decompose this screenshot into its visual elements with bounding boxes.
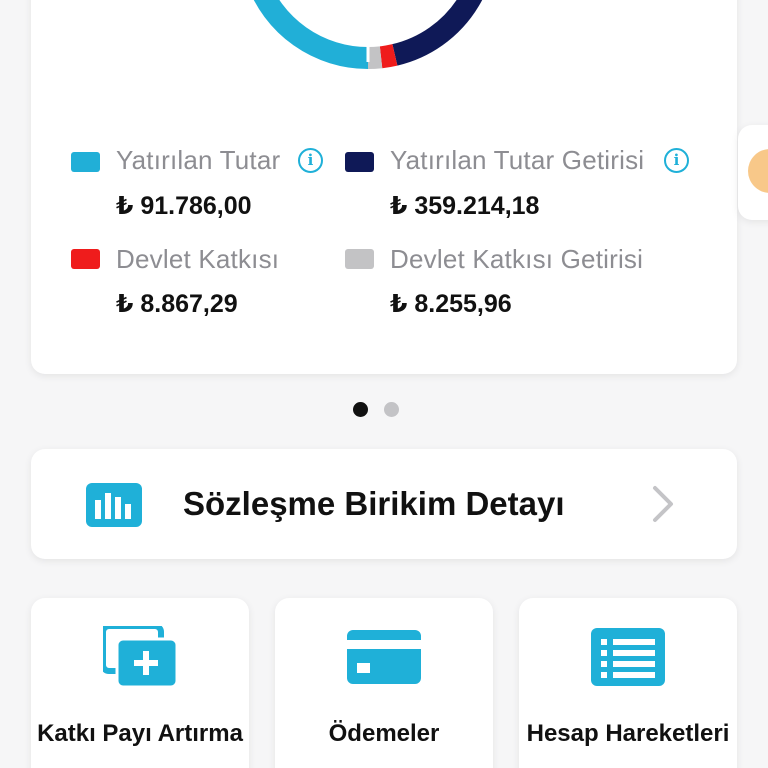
bar-chart-icon: [86, 483, 142, 527]
donut-gap: [366, 36, 370, 62]
legend-value: ₺ 359.214,18: [390, 192, 540, 220]
tile-label: Hesap Hareketleri: [526, 720, 730, 747]
tile-label: Katkı Payı Artırma: [37, 720, 243, 747]
info-icon[interactable]: i: [664, 148, 689, 173]
donut-chart: [253, 0, 483, 69]
tile-katki-payi-artirma[interactable]: Katkı Payı Artırma: [31, 598, 249, 768]
chevron-right-icon: [653, 486, 673, 522]
legend-swatch: [71, 152, 100, 172]
tile-odemeler[interactable]: Ödemeler: [275, 598, 493, 768]
detail-title: Sözleşme Birikim Detayı: [183, 485, 565, 522]
donut-slice-4: [367, 46, 383, 69]
legend-label: Devlet Katkısı Getirisi: [390, 244, 644, 274]
info-icon[interactable]: i: [298, 148, 323, 173]
next-card-peek[interactable]: [738, 125, 768, 220]
screen: Yatırılan Tutar i ₺ 91.786,00 Yatırılan …: [0, 0, 768, 768]
coin-icon: [748, 149, 768, 193]
legend-label: Yatırılan Tutar Getirisi: [390, 145, 645, 175]
savings-summary-card[interactable]: Yatırılan Tutar i ₺ 91.786,00 Yatırılan …: [31, 0, 737, 374]
donut-slice-1: [253, 0, 369, 69]
legend-swatch: [345, 249, 374, 269]
legend-swatch: [345, 152, 374, 172]
page-dot[interactable]: [384, 402, 399, 417]
tile-hesap-hareketleri[interactable]: Hesap Hareketleri: [519, 598, 737, 768]
legend-label: Yatırılan Tutar: [116, 145, 281, 175]
savings-detail-row[interactable]: Sözleşme Birikim Detayı: [31, 449, 737, 559]
legend-value: ₺ 8.867,29: [116, 290, 238, 318]
list-icon: [591, 628, 665, 686]
page-dot-active[interactable]: [353, 402, 368, 417]
legend-swatch: [71, 249, 100, 269]
add-card-icon: [103, 626, 177, 688]
credit-card-icon: [347, 630, 421, 684]
tile-label: Ödemeler: [328, 720, 440, 747]
legend-value: ₺ 8.255,96: [390, 290, 512, 318]
legend-label: Devlet Katkısı: [116, 244, 280, 274]
donut-slice-3: [379, 44, 398, 69]
legend-value: ₺ 91.786,00: [116, 192, 252, 220]
